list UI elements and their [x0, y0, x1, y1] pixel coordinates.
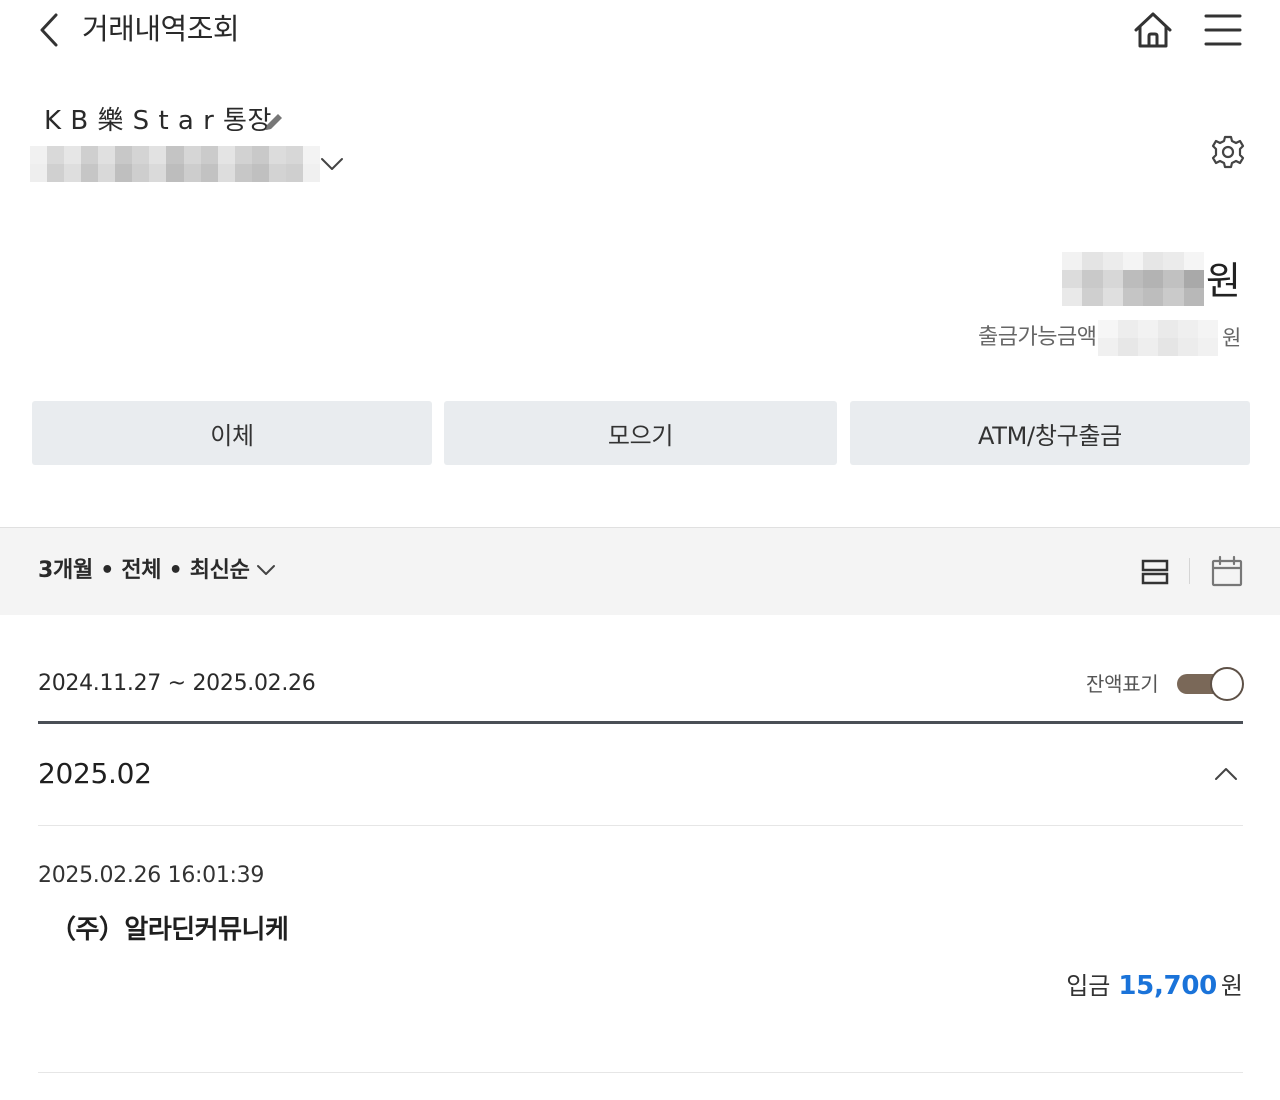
menu-button[interactable]: [1202, 10, 1244, 50]
chevron-up-icon: [1215, 768, 1237, 780]
chevron-left-icon: [40, 13, 58, 47]
pencil-icon: [266, 114, 282, 130]
collect-button[interactable]: 모으기: [444, 401, 837, 465]
balance-masked: [1062, 252, 1204, 306]
list-view-icon: [1141, 559, 1169, 585]
gear-icon: [1211, 135, 1245, 169]
view-toggle-divider: [1189, 558, 1190, 584]
account-number-masked: [30, 146, 320, 182]
available-amount-unit: 원: [1222, 326, 1242, 350]
atm-withdrawal-button[interactable]: ATM/창구출금: [850, 401, 1250, 465]
chevron-down-icon: [257, 565, 275, 575]
page-title: 거래내역조회: [82, 12, 240, 46]
account-settings-button[interactable]: [1208, 132, 1248, 172]
range-divider: [38, 721, 1243, 724]
date-range: 2024.11.27 ~ 2025.02.26: [38, 671, 316, 696]
hamburger-menu-icon: [1204, 14, 1242, 46]
edit-account-name-button[interactable]: [262, 110, 286, 134]
toggle-knob: [1210, 667, 1244, 701]
month-header: 2025.02: [38, 757, 152, 790]
filter-summary[interactable]: 3개월 • 전체 • 최신순: [38, 555, 250, 587]
back-button[interactable]: [30, 8, 70, 52]
calendar-icon: [1211, 555, 1243, 587]
transaction-divider: [38, 1072, 1243, 1073]
transfer-button[interactable]: 이체: [32, 401, 432, 465]
calendar-view-button[interactable]: [1208, 554, 1246, 590]
balance-display-label: 잔액표기: [1086, 672, 1159, 696]
home-icon: [1134, 12, 1172, 48]
account-name: K B 樂 S t a r 통장: [44, 106, 272, 136]
chevron-down-icon: [321, 158, 343, 170]
transaction-amount: 15,700: [1118, 971, 1217, 1001]
month-divider: [38, 825, 1243, 826]
filter-dropdown-button[interactable]: [254, 558, 278, 582]
balance-display-toggle[interactable]: [1176, 667, 1244, 701]
transaction-unit: 원: [1220, 972, 1243, 1000]
home-button[interactable]: [1130, 8, 1176, 52]
transaction-amount-row: 입금 15,700 원: [1066, 966, 1243, 1001]
transaction-type: 입금: [1066, 972, 1111, 1000]
available-amount-label: 출금가능금액: [978, 325, 1097, 350]
available-amount-masked: [1098, 320, 1218, 356]
balance-unit: 원: [1206, 259, 1241, 303]
list-view-button[interactable]: [1138, 554, 1174, 590]
transaction-datetime: 2025.02.26 16:01:39: [38, 863, 265, 888]
month-collapse-button[interactable]: [1210, 758, 1242, 790]
account-select-dropdown[interactable]: [318, 150, 346, 178]
transaction-name[interactable]: （주）알라딘커뮤니케: [50, 910, 289, 950]
